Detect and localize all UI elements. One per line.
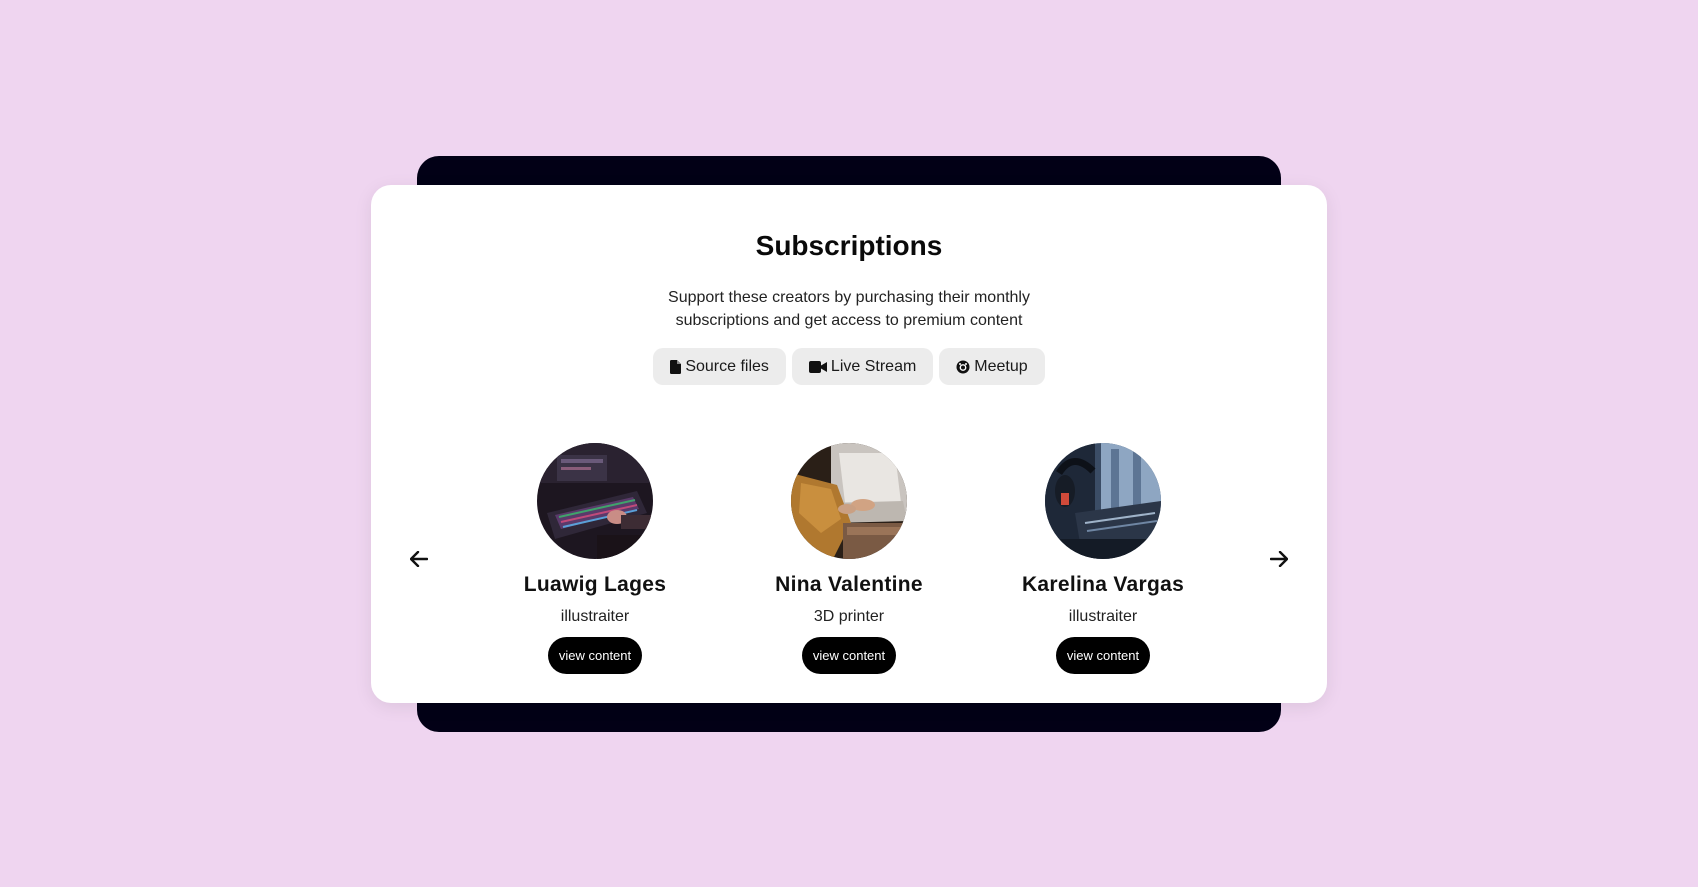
creator-card: Karelina Vargas illustraiter view conten… [1003, 443, 1203, 674]
file-icon [670, 359, 682, 374]
page-description: Support these creators by purchasing the… [668, 289, 1030, 329]
avatar [537, 443, 653, 559]
creator-role: 3D printer [813, 608, 885, 625]
view-content-button[interactable]: view content [547, 637, 643, 674]
tag-meetup[interactable]: Meetup [939, 348, 1045, 385]
carousel-prev-button[interactable] [407, 549, 431, 573]
tag-label: Source files [685, 357, 769, 375]
creator-role: illustraiter [1068, 608, 1138, 625]
tag-list: Source files Live Stream Meetup [371, 348, 1327, 385]
arrow-right-icon [1269, 550, 1289, 572]
view-content-button[interactable]: view content [1055, 637, 1151, 674]
avatar [791, 443, 907, 559]
tag-label: Meetup [974, 357, 1028, 375]
creator-name: Nina Valentine [775, 573, 923, 596]
subscriptions-card: Subscriptions Support these creators by … [371, 185, 1327, 703]
creator-name: Luawig Lages [523, 573, 667, 596]
avatar [1045, 443, 1161, 559]
page-title: Subscriptions [755, 230, 943, 261]
creator-card: Nina Valentine 3D printer view content [749, 443, 949, 674]
creator-role: illustraiter [560, 608, 630, 625]
video-camera-icon [808, 360, 827, 373]
creator-card: Luawig Lages illustraiter view content [495, 443, 695, 674]
carousel-next-button[interactable] [1267, 549, 1291, 573]
creator-name: Karelina Vargas [1021, 573, 1185, 596]
tag-label: Live Stream [830, 357, 917, 375]
tag-live-stream[interactable]: Live Stream [791, 348, 934, 385]
tag-source-files[interactable]: Source files [653, 348, 786, 385]
meetup-icon [956, 360, 970, 374]
arrow-left-icon [409, 550, 429, 572]
view-content-button[interactable]: view content [801, 637, 897, 674]
